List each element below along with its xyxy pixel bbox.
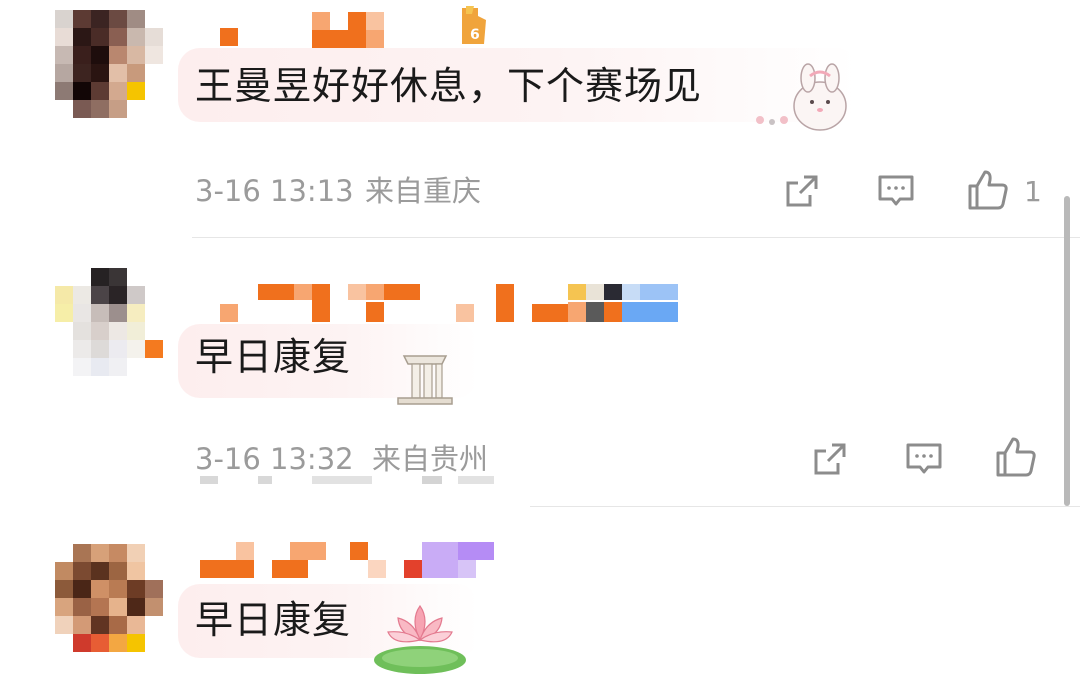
share-icon[interactable] (782, 171, 822, 211)
comment-time: 3-16 13:13 (195, 174, 354, 208)
column-sticker (397, 355, 453, 405)
avatar[interactable] (55, 10, 163, 118)
comment-location: 来自重庆 (365, 174, 482, 208)
username-pixelated[interactable] (200, 542, 500, 582)
divider (530, 506, 1080, 507)
comment-item: 6 王曼昱好好休息，下个赛场见 3-16 13:13 来自重庆 1 (0, 0, 1080, 238)
comment-text: 王曼昱好好休息，下个赛场见 (195, 64, 703, 108)
comment-location: 来自贵州 (372, 442, 489, 476)
lotus-sticker (374, 604, 466, 674)
thumbs-up-icon[interactable] (966, 168, 1010, 212)
share-icon[interactable] (810, 439, 850, 479)
pixelated-text (200, 476, 500, 486)
comment-icon[interactable] (904, 439, 944, 479)
bunny-sticker (756, 63, 847, 131)
username-pixelated[interactable] (220, 12, 490, 48)
comment-item: 早日康复 (0, 508, 1080, 679)
level-badge-icon: 6 (462, 6, 486, 44)
thumbs-up-icon[interactable] (994, 435, 1038, 479)
comment-item: 早日康复 3-16 13:32 来自贵州 (0, 238, 1080, 508)
comment-time: 3-16 13:32 (195, 442, 354, 476)
avatar[interactable] (55, 268, 163, 376)
svg-text:6: 6 (470, 27, 480, 43)
username-pixelated[interactable] (220, 284, 680, 324)
avatar[interactable] (55, 544, 163, 652)
comment-icon[interactable] (876, 171, 916, 211)
comment-text: 早日康复 (195, 598, 352, 642)
scrollbar[interactable] (1064, 196, 1070, 506)
comment-text: 早日康复 (195, 335, 352, 379)
like-count: 1 (1024, 175, 1042, 208)
